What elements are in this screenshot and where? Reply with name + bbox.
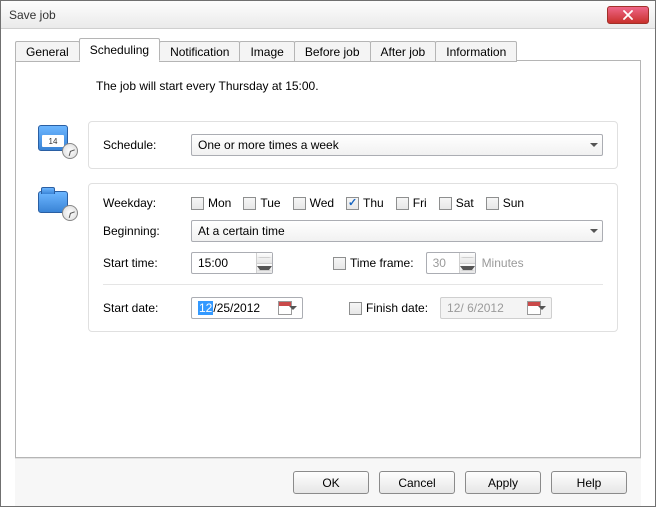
finish-date-checkbox[interactable]: Finish date:	[349, 301, 428, 315]
apply-button[interactable]: Apply	[465, 471, 541, 494]
close-button[interactable]	[607, 6, 649, 24]
finish-date-label: Finish date:	[366, 301, 428, 315]
chevron-down-icon	[289, 306, 297, 310]
time-frame-checkbox[interactable]: Time frame:	[333, 256, 414, 270]
weekday-sat[interactable]: Sat	[439, 196, 474, 210]
finish-date-picker[interactable]: 12/ 6/2012	[440, 297, 552, 319]
clock-icon	[62, 205, 78, 221]
dialog-footer: OK Cancel Apply Help	[15, 458, 641, 506]
tab-general[interactable]: General	[15, 41, 80, 62]
schedule-value: One or more times a week	[198, 138, 339, 152]
ok-button[interactable]: OK	[293, 471, 369, 494]
tab-bar: General Scheduling Notification Image Be…	[15, 39, 641, 61]
start-date-label: Start date:	[103, 301, 191, 315]
window-title: Save job	[9, 8, 607, 22]
tab-scheduling[interactable]: Scheduling	[79, 38, 160, 61]
tab-notification[interactable]: Notification	[159, 41, 240, 62]
spinner-down[interactable]	[257, 264, 272, 274]
schedule-section-icon: 14	[38, 121, 88, 155]
dialog-content: General Scheduling Notification Image Be…	[1, 29, 655, 506]
close-icon	[622, 10, 634, 20]
schedule-summary: The job will start every Thursday at 15:…	[96, 79, 618, 93]
chevron-down-icon	[590, 229, 598, 233]
timing-group: Weekday: Mon Tue Wed Thu Fri Sat Sun Beg…	[88, 183, 618, 332]
beginning-value: At a certain time	[198, 224, 285, 238]
time-frame-label: Time frame:	[350, 256, 414, 270]
start-time-label: Start time:	[103, 256, 191, 270]
timing-section-icon	[38, 183, 88, 217]
time-frame-value: 30	[427, 256, 459, 270]
help-button[interactable]: Help	[551, 471, 627, 494]
time-frame-spinner[interactable]: 30	[426, 252, 476, 274]
spinner-up[interactable]	[460, 253, 475, 264]
divider	[103, 284, 603, 285]
tab-after-job[interactable]: After job	[370, 41, 437, 62]
calendar-day-icon: 14	[38, 137, 68, 146]
weekday-fri[interactable]: Fri	[396, 196, 427, 210]
start-time-value: 15:00	[192, 256, 256, 270]
cancel-button[interactable]: Cancel	[379, 471, 455, 494]
schedule-label: Schedule:	[103, 138, 191, 152]
finish-date-value: 12/ 6/2012	[447, 301, 504, 315]
tab-information[interactable]: Information	[435, 41, 517, 62]
beginning-label: Beginning:	[103, 224, 191, 238]
schedule-group: Schedule: One or more times a week	[88, 121, 618, 169]
scheduling-panel: The job will start every Thursday at 15:…	[15, 60, 641, 458]
tab-before-job[interactable]: Before job	[294, 41, 371, 62]
tab-image[interactable]: Image	[239, 41, 294, 62]
spinner-up[interactable]	[257, 253, 272, 264]
weekday-sun[interactable]: Sun	[486, 196, 524, 210]
start-time-spinner[interactable]: 15:00	[191, 252, 273, 274]
chevron-down-icon	[590, 143, 598, 147]
chevron-down-icon	[538, 306, 546, 310]
beginning-combo[interactable]: At a certain time	[191, 220, 603, 242]
weekday-tue[interactable]: Tue	[243, 196, 280, 210]
weekday-mon[interactable]: Mon	[191, 196, 231, 210]
time-frame-unit: Minutes	[482, 256, 524, 270]
weekday-checkboxes: Mon Tue Wed Thu Fri Sat Sun	[191, 196, 603, 210]
titlebar: Save job	[1, 1, 655, 29]
schedule-combo[interactable]: One or more times a week	[191, 134, 603, 156]
weekday-thu[interactable]: Thu	[346, 196, 384, 210]
spinner-down[interactable]	[460, 264, 475, 274]
weekday-wed[interactable]: Wed	[293, 196, 334, 210]
weekday-label: Weekday:	[103, 196, 191, 210]
save-job-dialog: Save job General Scheduling Notification…	[0, 0, 656, 507]
start-date-picker[interactable]: 12/25/2012	[191, 297, 303, 319]
